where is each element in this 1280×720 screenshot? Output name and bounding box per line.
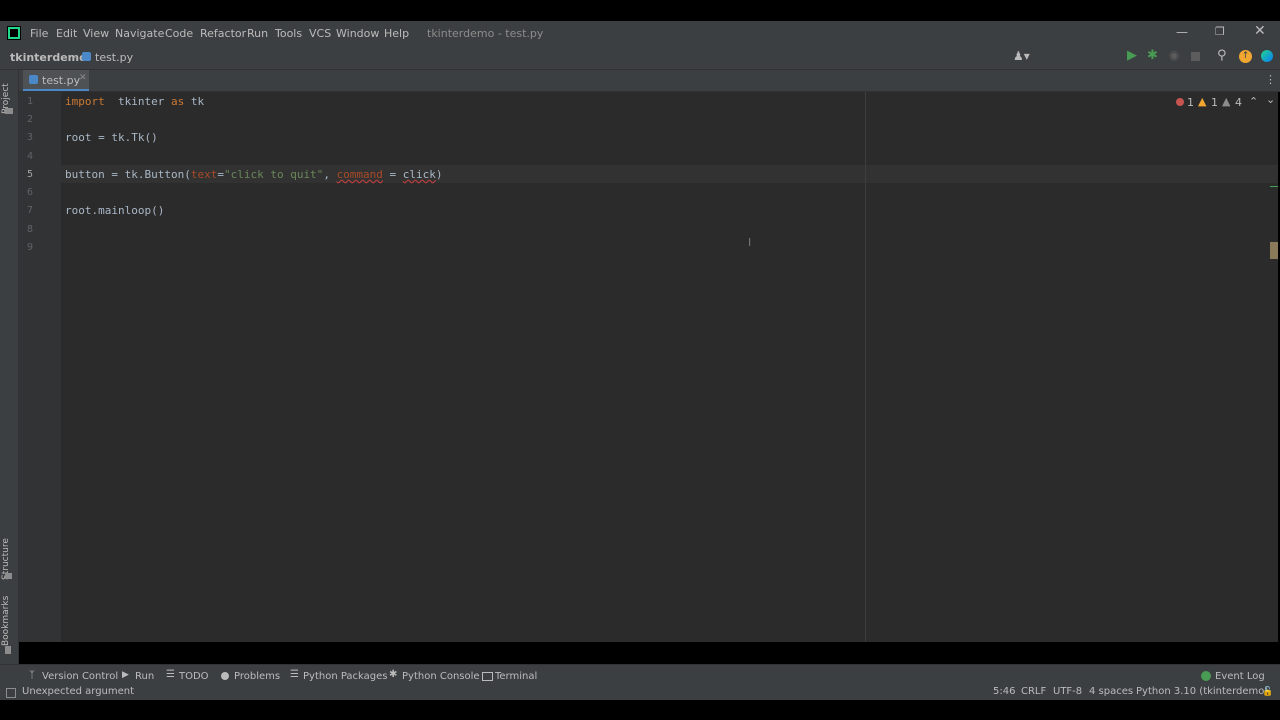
warning-count: 1 (1211, 96, 1218, 109)
breadcrumb-file[interactable]: test.py (95, 51, 133, 64)
line-number: 3 (26, 132, 33, 143)
user-icon[interactable]: ♟▾ (1013, 49, 1030, 63)
bookmark-icon (5, 646, 11, 654)
weak-warning-count: 4 (1235, 96, 1242, 109)
code-line-7: root.mainloop() (65, 204, 165, 217)
error-icon (1176, 98, 1184, 106)
line-number: 4 (26, 151, 33, 162)
indent-setting[interactable]: 4 spaces (1089, 686, 1133, 697)
scrollbar-thumb[interactable] (1270, 242, 1278, 259)
caret-position[interactable]: 5:46 (993, 686, 1015, 697)
line-number: 1 (26, 96, 33, 107)
close-tab-icon[interactable]: ✕ (79, 73, 87, 83)
line-number: 9 (26, 242, 33, 253)
packages-icon: ☰ (290, 669, 299, 680)
tool-terminal[interactable]: Terminal (495, 671, 537, 682)
menu-refactor[interactable]: Refactor (200, 27, 246, 40)
folder-icon (5, 108, 13, 114)
right-margin-guide (865, 92, 866, 642)
lock-icon[interactable]: 🔓 (1262, 687, 1273, 697)
line-number: 6 (26, 187, 33, 198)
app-logo-icon (7, 26, 21, 40)
bookmarks-tool-button[interactable]: Bookmarks (1, 596, 17, 646)
line-number: 7 (26, 205, 33, 216)
title-bar: File Edit View Navigate Code Refactor Ru… (0, 21, 1280, 45)
menu-help[interactable]: Help (384, 27, 409, 40)
chevron-down-icon[interactable]: ⌄ (1266, 93, 1275, 106)
menu-view[interactable]: View (83, 27, 109, 40)
chevron-up-icon[interactable]: ⌃ (1249, 95, 1258, 108)
run-icon[interactable]: ▶ (1127, 48, 1137, 63)
problems-icon (221, 672, 229, 680)
error-count: 1 (1187, 96, 1194, 109)
python-file-icon (82, 52, 91, 61)
update-icon[interactable]: ↑ (1239, 50, 1252, 63)
file-encoding[interactable]: UTF-8 (1053, 686, 1082, 697)
window-title: tkinterdemo - test.py (427, 27, 544, 40)
tab-test-py[interactable]: test.py ✕ (23, 70, 89, 91)
restore-button[interactable]: ❐ (1215, 25, 1225, 38)
debug-icon[interactable]: ✱ (1147, 48, 1158, 63)
warning-icon: ▲ (1198, 95, 1207, 108)
search-icon[interactable]: ⚲ (1217, 48, 1227, 63)
line-number: 2 (26, 114, 33, 125)
menu-window[interactable]: Window (336, 27, 379, 40)
menu-navigate[interactable]: Navigate (115, 27, 164, 40)
python-console-icon: ✱ (389, 669, 398, 680)
tab-label: test.py (42, 74, 81, 87)
structure-icon (5, 573, 12, 579)
code-line-3: root = tk.Tk() (65, 131, 158, 144)
tool-run[interactable]: Run (135, 671, 154, 682)
tool-python-packages[interactable]: Python Packages (303, 671, 388, 682)
tool-python-console[interactable]: Python Console (402, 671, 480, 682)
line-number: 8 (26, 224, 33, 235)
menu-code[interactable]: Code (165, 27, 193, 40)
more-options-icon[interactable]: ⋮ (1265, 73, 1276, 86)
terminal-icon (482, 672, 493, 681)
event-log-icon (1201, 671, 1211, 681)
menu-file[interactable]: File (30, 27, 48, 40)
python-interpreter[interactable]: Python 3.10 (tkinterdemo) (1136, 686, 1268, 697)
scrollbar-marker (1270, 186, 1278, 187)
status-message: Unexpected argument (22, 686, 135, 697)
layout-toggle-icon[interactable] (6, 688, 16, 698)
menu-vcs[interactable]: VCS (309, 27, 331, 40)
text-cursor-icon: Ⅰ (748, 236, 752, 249)
coverage-icon[interactable]: ◉ (1169, 48, 1179, 62)
status-bar: Unexpected argument 5:46 CRLF UTF-8 4 sp… (0, 686, 1280, 700)
run-tool-icon: ▶ (122, 670, 129, 680)
line-separator[interactable]: CRLF (1021, 686, 1046, 697)
code-line-5: button = tk.Button(text="click to quit",… (65, 168, 443, 181)
menu-tools[interactable]: Tools (275, 27, 302, 40)
tool-event-log[interactable]: Event Log (1215, 671, 1265, 682)
left-tool-stripe: Project Structure Bookmarks (0, 70, 19, 664)
menu-run[interactable]: Run (247, 27, 268, 40)
code-line-1: import tkinter as tk (65, 95, 205, 108)
code-with-me-icon[interactable] (1261, 50, 1273, 62)
tool-todo[interactable]: TODO (179, 671, 209, 682)
tool-version-control[interactable]: Version Control (42, 671, 118, 682)
weak-warning-icon: ▲ (1222, 95, 1231, 108)
python-file-icon (29, 75, 38, 84)
navigation-bar: tkinterdemo › test.py ♟▾ main ▼ ▶ ✱ ◉ ⚲ … (0, 45, 1280, 112)
editor-tabs: test.py ✕ ⋮ (19, 70, 1280, 92)
minimize-button[interactable]: — (1176, 25, 1188, 39)
tool-window-bar: ᛉ Version Control ▶ Run ☰ TODO Problems … (0, 664, 1280, 687)
close-button[interactable]: ✕ (1254, 23, 1266, 39)
inspection-widget[interactable]: 1 ▲ 1 ▲ 4 ⌃ ⌄ (1174, 93, 1280, 110)
stop-icon[interactable] (1191, 52, 1200, 61)
version-control-icon: ᛉ (29, 670, 35, 681)
todo-icon: ☰ (166, 669, 175, 680)
line-number: 5 (26, 169, 33, 180)
menu-edit[interactable]: Edit (56, 27, 77, 40)
tool-problems[interactable]: Problems (234, 671, 280, 682)
breadcrumb-separator-icon: › (73, 50, 78, 63)
